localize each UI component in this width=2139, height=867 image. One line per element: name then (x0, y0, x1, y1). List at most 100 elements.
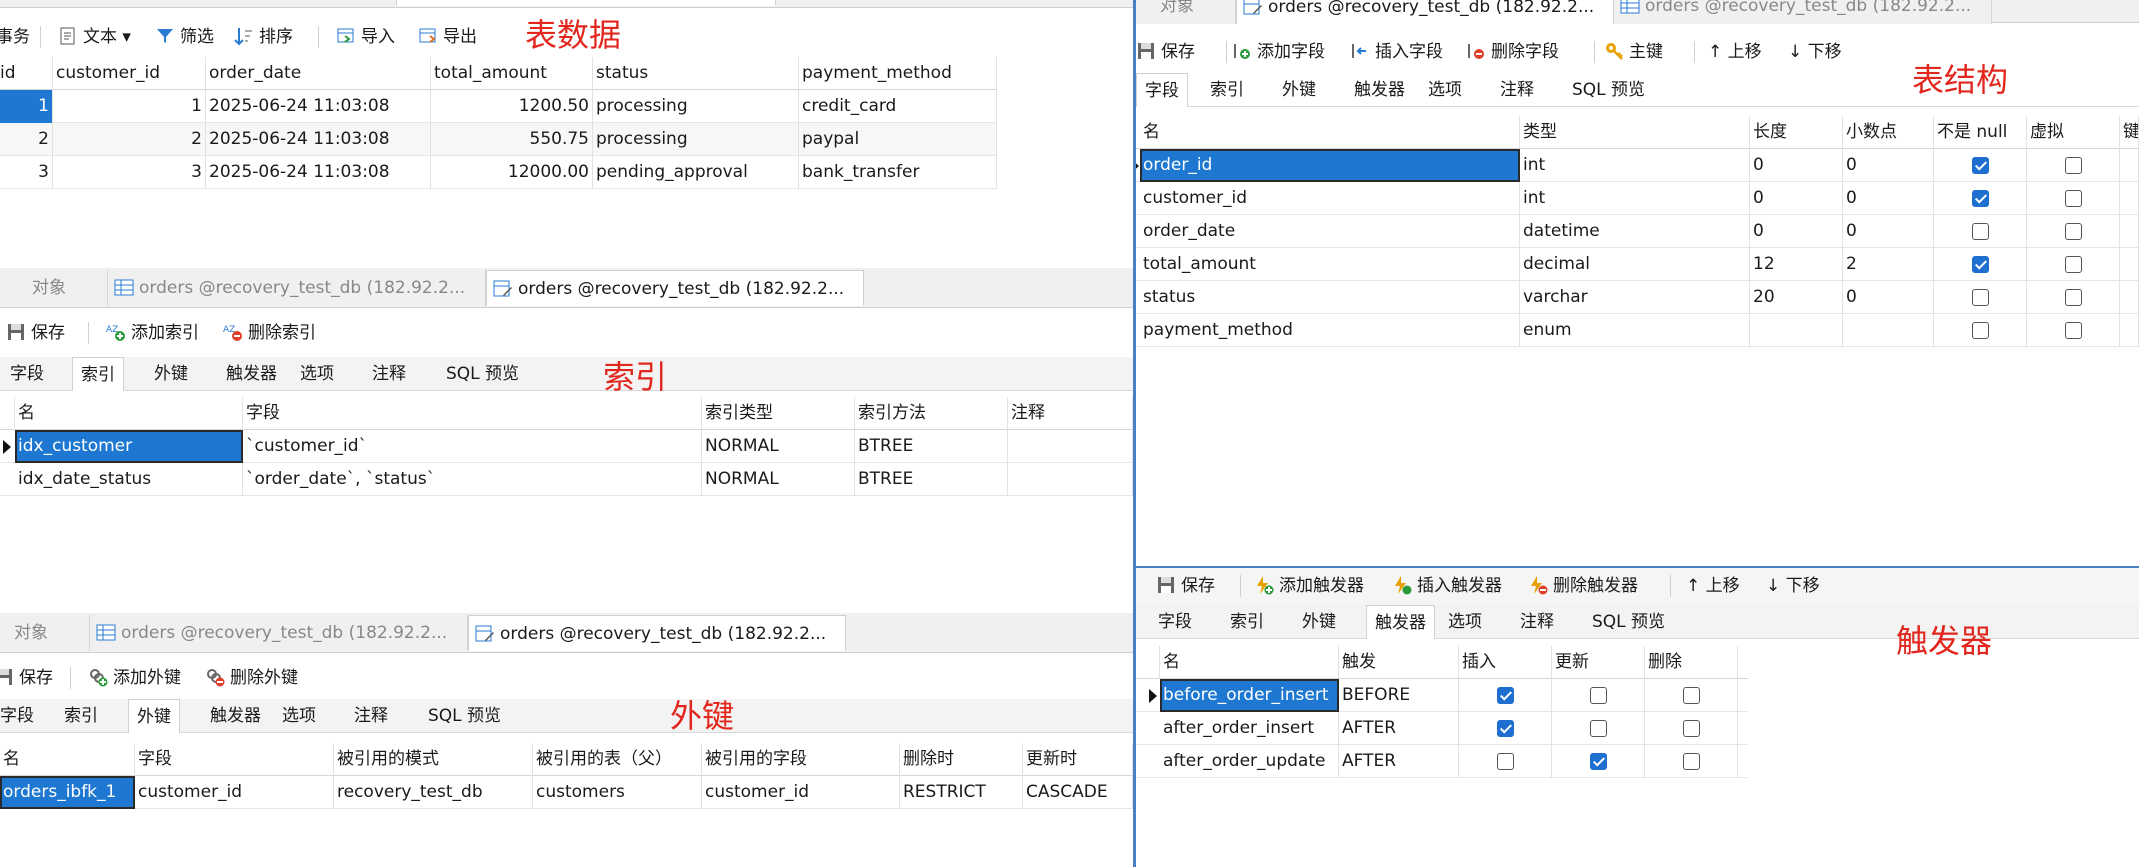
field-virtual-cell[interactable] (2027, 314, 2120, 347)
tab-orders-design[interactable]: orders @recovery_test_db (182.92.2... (486, 270, 864, 306)
index-name-cell[interactable]: idx_date_status (15, 463, 243, 496)
column-header[interactable]: 长度 (1750, 116, 1843, 149)
subtab-fields[interactable]: 字段 (2, 357, 52, 391)
index-comment-cell[interactable] (1008, 463, 1133, 496)
insert-trigger-button[interactable]: 插入触发器 (1392, 571, 1502, 601)
field-not-null-cell[interactable] (1934, 248, 2027, 281)
field-length-cell[interactable]: 12 (1750, 248, 1843, 281)
field-virtual-cell[interactable] (2027, 215, 2120, 248)
column-header[interactable]: id (0, 57, 53, 90)
column-header[interactable]: status (593, 57, 799, 90)
virtual-checkbox[interactable] (2065, 322, 2082, 339)
tab-objects[interactable]: 对象 (0, 270, 108, 306)
field-length-cell[interactable]: 0 (1750, 149, 1843, 182)
field-decimals-cell[interactable]: 0 (1843, 281, 1934, 314)
subtab-sql-preview[interactable]: SQL 预览 (438, 357, 527, 391)
field-type-cell[interactable]: decimal (1520, 248, 1750, 281)
table-row[interactable]: 1 1 2025-06-24 11:03:08 1200.50 processi… (0, 90, 997, 123)
field-name-cell[interactable]: customer_id (1140, 182, 1520, 215)
trigger-delete-cell[interactable] (1645, 679, 1738, 712)
table-row[interactable]: after_order_update AFTER (1136, 745, 1748, 778)
table-row[interactable]: order_date datetime 0 0 (1136, 215, 2139, 248)
cell-payment-method[interactable]: bank_transfer (799, 156, 997, 189)
fk-on-delete-cell[interactable]: RESTRICT (900, 776, 1023, 809)
table-row[interactable]: customer_id int 0 0 (1136, 182, 2139, 215)
index-method-cell[interactable]: BTREE (855, 463, 1008, 496)
cell-customer-id[interactable]: 2 (53, 123, 206, 156)
table-row[interactable]: status varchar 20 0 (1136, 281, 2139, 314)
table-row[interactable]: total_amount decimal 12 2 (1136, 248, 2139, 281)
save-button[interactable]: 保存 (1136, 37, 1195, 67)
field-type-cell[interactable]: int (1520, 149, 1750, 182)
virtual-checkbox[interactable] (2065, 223, 2082, 240)
index-fields-cell[interactable]: `customer_id` (243, 430, 702, 463)
column-header[interactable]: customer_id (53, 57, 206, 90)
cell-payment-method[interactable]: paypal (799, 123, 997, 156)
move-up-button[interactable]: ↑ 上移 (1686, 571, 1740, 601)
cell-id[interactable]: 3 (0, 156, 53, 189)
trigger-timing-cell[interactable]: AFTER (1339, 712, 1459, 745)
export-button[interactable]: 导出 (418, 22, 477, 52)
trigger-update-cell[interactable] (1552, 712, 1645, 745)
tab-orders-table[interactable]: orders @recovery_test_db (182.92.2... (1614, 0, 1992, 24)
text-button[interactable]: 文本 ▾ (58, 22, 131, 52)
column-header[interactable]: 类型 (1520, 116, 1750, 149)
trigger-timing-cell[interactable]: AFTER (1339, 745, 1459, 778)
subtab-comments[interactable]: 注释 (1492, 73, 1542, 107)
field-not-null-cell[interactable] (1934, 149, 2027, 182)
sort-button[interactable]: 排序 (234, 22, 293, 52)
field-key-cell[interactable] (2120, 314, 2139, 347)
index-fields-cell[interactable]: `order_date`, `status` (243, 463, 702, 496)
update-checkbox[interactable] (1590, 687, 1607, 704)
subtab-comments[interactable]: 注释 (346, 699, 396, 733)
column-header[interactable]: 删除 (1645, 646, 1738, 679)
subtab-triggers[interactable]: 触发器 (1366, 605, 1435, 639)
subtab-comments[interactable]: 注释 (1512, 605, 1562, 639)
column-header[interactable]: 字段 (135, 743, 334, 776)
cell-total-amount[interactable]: 12000.00 (431, 156, 593, 189)
cell-payment-method[interactable]: credit_card (799, 90, 997, 123)
delete-trigger-button[interactable]: 删除触发器 (1528, 571, 1638, 601)
transaction-button[interactable]: 事务 (0, 22, 30, 52)
trigger-insert-cell[interactable] (1459, 712, 1552, 745)
trigger-update-cell[interactable] (1552, 745, 1645, 778)
tab-orders-table[interactable]: orders @recovery_test_db (182.92.2... (108, 270, 486, 306)
primary-key-button[interactable]: 主键 (1604, 37, 1663, 67)
cell-order-date[interactable]: 2025-06-24 11:03:08 (206, 156, 431, 189)
fk-field-cell[interactable]: customer_id (135, 776, 334, 809)
field-not-null-cell[interactable] (1934, 281, 2027, 314)
cell-id[interactable]: 1 (0, 90, 53, 123)
column-header[interactable]: payment_method (799, 57, 997, 90)
tab-orders-design[interactable]: orders @recovery_test_db (182.92.2... (468, 615, 846, 651)
move-up-button[interactable]: ↑ 上移 (1708, 37, 1762, 67)
field-decimals-cell[interactable]: 2 (1843, 248, 1934, 281)
not-null-checkbox[interactable] (1972, 322, 1989, 339)
import-button[interactable]: 导入 (336, 22, 395, 52)
subtab-fields[interactable]: 字段 (1150, 605, 1200, 639)
trigger-insert-cell[interactable] (1459, 679, 1552, 712)
field-decimals-cell[interactable] (1843, 314, 1934, 347)
update-checkbox[interactable] (1590, 720, 1607, 737)
field-virtual-cell[interactable] (2027, 182, 2120, 215)
subtab-indexes[interactable]: 索引 (56, 699, 106, 733)
filter-button[interactable]: 筛选 (155, 22, 214, 52)
vertical-splitter[interactable] (1133, 0, 1136, 867)
trigger-delete-cell[interactable] (1645, 745, 1738, 778)
index-type-cell[interactable]: NORMAL (702, 430, 855, 463)
index-type-cell[interactable]: NORMAL (702, 463, 855, 496)
insert-field-button[interactable]: 插入字段 (1350, 37, 1443, 67)
column-header[interactable]: 插入 (1459, 646, 1552, 679)
not-null-checkbox[interactable] (1972, 190, 1989, 207)
delete-checkbox[interactable] (1683, 753, 1700, 770)
cell-customer-id[interactable]: 3 (53, 156, 206, 189)
column-header[interactable]: 被引用的字段 (702, 743, 900, 776)
tab-objects[interactable]: 对象 (1136, 0, 1236, 24)
field-key-cell[interactable] (2120, 215, 2139, 248)
tab-data-orders[interactable] (396, 0, 776, 6)
subtab-indexes[interactable]: 索引 (72, 357, 124, 391)
add-field-button[interactable]: 添加字段 (1232, 37, 1325, 67)
trigger-name-cell[interactable]: before_order_insert (1160, 679, 1339, 712)
delete-field-button[interactable]: 删除字段 (1466, 37, 1559, 67)
field-key-cell[interactable] (2120, 182, 2139, 215)
trigger-update-cell[interactable] (1552, 679, 1645, 712)
